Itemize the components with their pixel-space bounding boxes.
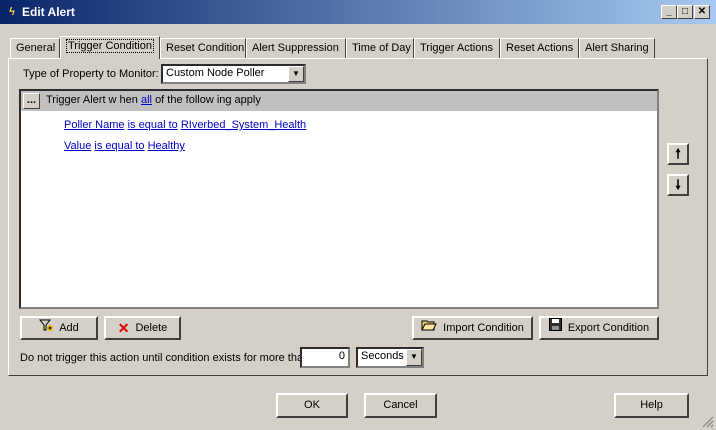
tab-alert-sharing[interactable]: Alert Sharing [579, 38, 655, 58]
maximize-button[interactable]: □ [677, 5, 693, 19]
condition-value-link[interactable]: Healthy [148, 140, 185, 152]
tab-trigger-actions[interactable]: Trigger Actions [414, 38, 500, 58]
open-folder-icon [421, 318, 437, 338]
close-button[interactable]: ✕ [694, 5, 710, 19]
delete-x-icon: ✕ [117, 320, 130, 337]
tab-time-of-day[interactable]: Time of Day [346, 38, 414, 58]
add-button[interactable]: Add [20, 316, 98, 340]
condition-operator-link[interactable]: is equal to [94, 140, 144, 152]
lightning-icon: ϟ [9, 6, 15, 18]
move-up-button[interactable]: 🠕 [667, 143, 689, 165]
resize-grip-icon[interactable] [702, 416, 714, 428]
delay-value-input[interactable]: 0 [300, 347, 350, 368]
tab-general[interactable]: General [10, 38, 60, 58]
condition-options-button[interactable]: ... [23, 93, 40, 109]
tab-reset-actions[interactable]: Reset Actions [500, 38, 579, 58]
minimize-button[interactable]: _ [661, 5, 677, 19]
export-condition-button[interactable]: Export Condition [539, 316, 659, 340]
condition-header-text: Trigger Alert w hen all of the follow in… [46, 94, 261, 106]
ok-button[interactable]: OK [276, 393, 348, 418]
condition-operator-link[interactable]: is equal to [128, 119, 178, 131]
property-type-value: Custom Node Poller [166, 67, 265, 79]
chevron-down-icon[interactable]: ▼ [406, 349, 422, 366]
match-mode-link[interactable]: all [141, 94, 152, 106]
delay-unit-select[interactable]: Seconds ▼ [356, 347, 424, 368]
chevron-down-icon[interactable]: ▼ [288, 66, 304, 82]
import-condition-button[interactable]: Import Condition [412, 316, 533, 340]
condition-header: ... Trigger Alert w hen all of the follo… [21, 91, 657, 111]
condition-list[interactable]: ... Trigger Alert w hen all of the follo… [19, 89, 659, 309]
arrow-down-icon: 🠗 [675, 177, 681, 192]
delay-label: Do not trigger this action until conditi… [20, 352, 310, 364]
title-bar[interactable]: ϟ Edit Alert _ □ ✕ [0, 0, 716, 24]
property-label: Type of Property to Monitor: [23, 68, 159, 80]
condition-row: Poller Name is equal to RIverbed_System_… [64, 119, 306, 131]
arrow-up-icon: 🠕 [675, 146, 681, 161]
save-disk-icon [548, 318, 562, 338]
condition-row: Value is equal to Healthy [64, 140, 185, 152]
condition-field-link[interactable]: Poller Name [64, 119, 125, 131]
condition-field-link[interactable]: Value [64, 140, 91, 152]
tab-trigger-condition[interactable]: Trigger Condition [60, 36, 160, 59]
move-down-button[interactable]: 🠗 [667, 174, 689, 196]
delete-button[interactable]: ✕ Delete [104, 316, 181, 340]
condition-value-link[interactable]: RIverbed_System_Health [181, 119, 306, 131]
help-button[interactable]: Help [614, 393, 689, 418]
property-type-select[interactable]: Custom Node Poller ▼ [161, 64, 306, 84]
window-title: Edit Alert [22, 5, 75, 19]
edit-alert-window: ϟ Edit Alert _ □ ✕ General Trigger Condi… [0, 0, 716, 430]
tab-alert-suppression[interactable]: Alert Suppression [246, 38, 346, 58]
add-filter-icon [39, 318, 54, 338]
tab-reset-condition[interactable]: Reset Condition [160, 38, 246, 58]
cancel-button[interactable]: Cancel [364, 393, 437, 418]
